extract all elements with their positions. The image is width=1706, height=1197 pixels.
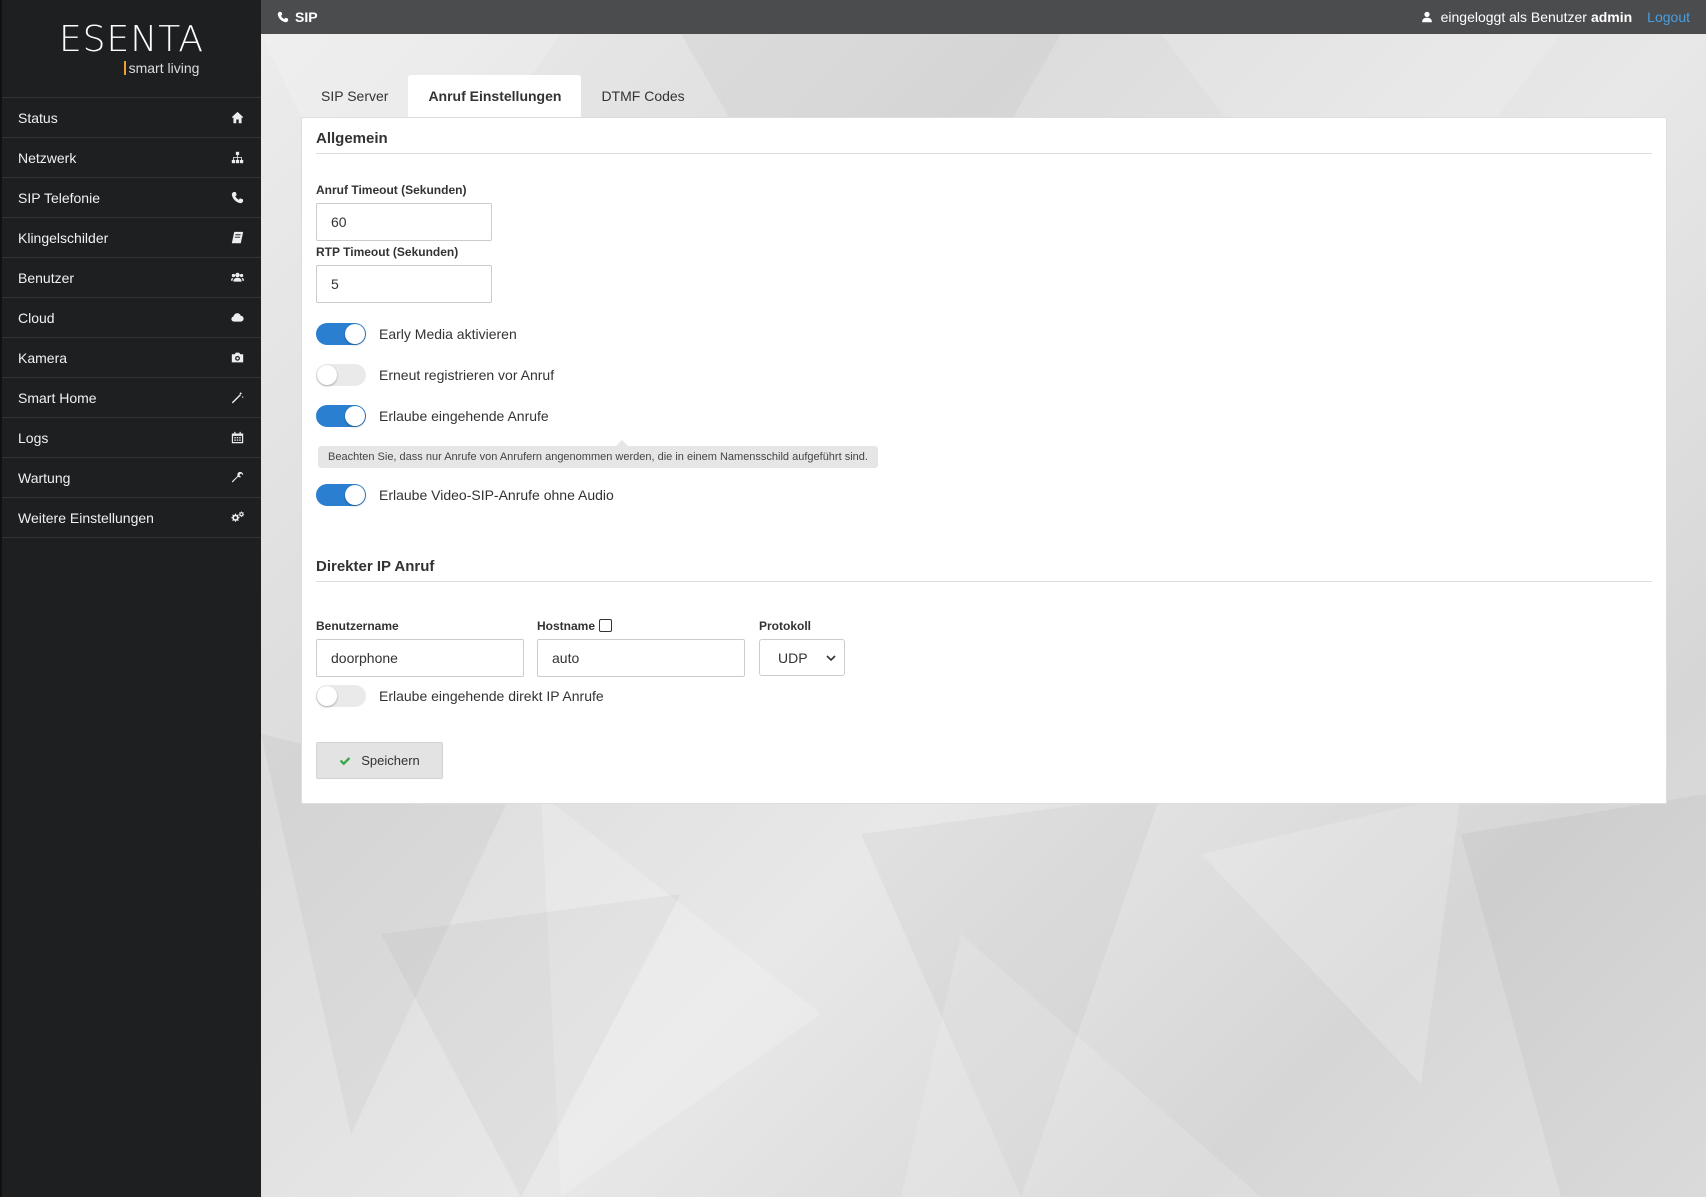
hostname-label: Hostname [537, 619, 745, 633]
section-title-direct-ip: Direkter IP Anruf [316, 558, 1652, 582]
sidebar-item-cloud[interactable]: Cloud [2, 298, 261, 338]
home-icon [229, 110, 245, 126]
toggle-label: Erlaube Video-SIP-Anrufe ohne Audio [379, 487, 614, 503]
tab-bar: SIP Server Anruf Einstellungen DTMF Code… [301, 75, 705, 117]
rtp-timeout-label: RTP Timeout (Sekunden) [316, 245, 459, 259]
toggle-row-direct-ip: Erlaube eingehende direkt IP Anrufe [316, 685, 604, 707]
sidebar-item-label: Smart Home [18, 389, 97, 406]
top-bar: SIP eingeloggt als Benutzer admin Logout [261, 0, 1706, 34]
wrench-icon [229, 470, 245, 486]
esenta-logo[interactable]: ESENTA smart living [2, 0, 261, 97]
sidebar: ESENTA smart living Status Netzwerk SIP … [0, 0, 261, 1197]
tab-sip-server[interactable]: SIP Server [301, 75, 408, 117]
gears-icon [229, 510, 245, 526]
sidebar-item-label: Kamera [18, 349, 68, 366]
toggle-row-incoming-calls: Erlaube eingehende Anrufe [316, 405, 549, 427]
username-input[interactable]: doorphone [316, 639, 524, 677]
sidebar-item-status[interactable]: Status [2, 98, 261, 138]
magic-wand-icon [229, 390, 245, 406]
save-button[interactable]: Speichern [316, 742, 443, 779]
call-timeout-label: Anruf Timeout (Sekunden) [316, 183, 467, 197]
phone-icon [277, 11, 289, 23]
toggle-row-reregister: Erneut registrieren vor Anruf [316, 364, 554, 386]
protocol-label: Protokoll [759, 619, 812, 633]
sidebar-item-kamera[interactable]: Kamera [2, 338, 261, 378]
hostname-input[interactable]: auto [537, 639, 745, 677]
tab-anruf-einstellungen[interactable]: Anruf Einstellungen [408, 75, 582, 117]
sidebar-item-label: Benutzer [18, 269, 75, 286]
chevron-down-icon [826, 654, 836, 661]
logged-in-text: eingeloggt als Benutzer [1440, 9, 1587, 25]
logo-brand: ESENTA [58, 18, 205, 60]
sidebar-item-label: Weitere Einstellungen [18, 509, 154, 526]
sidebar-item-klingelschilder[interactable]: Klingelschilder [2, 218, 261, 258]
page-title: SIP [277, 9, 318, 25]
toggle-row-video-sip: Erlaube Video-SIP-Anrufe ohne Audio [316, 484, 614, 506]
sidebar-item-label: Wartung [18, 469, 71, 486]
username-group: Benutzername doorphone [316, 619, 524, 677]
sidebar-item-label: Klingelschilder [18, 229, 109, 246]
username: admin [1590, 9, 1633, 25]
sidebar-item-weitere-einstellungen[interactable]: Weitere Einstellungen [2, 498, 261, 538]
sidebar-item-sip-telefonie[interactable]: SIP Telefonie [2, 178, 261, 218]
save-label: Speichern [361, 753, 420, 768]
protocol-select[interactable]: UDP [759, 639, 845, 676]
main-content: SIP Server Anruf Einstellungen DTMF Code… [261, 34, 1706, 1197]
incoming-calls-hint: Beachten Sie, dass nur Anrufe von Anrufe… [318, 440, 878, 468]
sitemap-icon [229, 150, 245, 166]
call-timeout-group: Anruf Timeout (Sekunden) 60 [316, 183, 492, 241]
toggle-label: Erlaube eingehende Anrufe [379, 408, 549, 424]
cloud-icon [229, 310, 245, 326]
user-info: eingeloggt als Benutzer admin Logout [1421, 9, 1690, 25]
direct-ip-toggle[interactable] [316, 685, 366, 707]
sidebar-item-benutzer[interactable]: Benutzer [2, 258, 261, 298]
incoming-calls-toggle[interactable] [316, 405, 366, 427]
check-icon [339, 756, 351, 765]
logout-link[interactable]: Logout [1647, 9, 1690, 25]
sidebar-item-smart-home[interactable]: Smart Home [2, 378, 261, 418]
direct-ip-section: Direkter IP Anruf [316, 558, 1652, 582]
tab-dtmf-codes[interactable]: DTMF Codes [581, 75, 704, 117]
sidebar-item-label: Status [18, 109, 58, 126]
sidebar-menu: Status Netzwerk SIP Telefonie Klingelsch… [2, 97, 261, 538]
video-sip-toggle[interactable] [316, 484, 366, 506]
protocol-value: UDP [778, 649, 808, 666]
sidebar-item-label: Netzwerk [18, 149, 77, 166]
toggle-label: Early Media aktivieren [379, 326, 517, 342]
phone-icon [229, 190, 245, 206]
section-title-general: Allgemein [316, 130, 1652, 154]
toggle-label: Erlaube eingehende direkt IP Anrufe [379, 688, 604, 704]
user-icon [1421, 11, 1432, 23]
logo-tagline: smart living [123, 60, 199, 76]
sidebar-item-netzwerk[interactable]: Netzwerk [2, 138, 261, 178]
page-title-text: SIP [295, 9, 318, 25]
settings-panel: Allgemein Anruf Timeout (Sekunden) 60 RT… [301, 117, 1667, 804]
sidebar-item-label: Cloud [18, 309, 55, 326]
rtp-timeout-group: RTP Timeout (Sekunden) 5 [316, 245, 492, 303]
hostname-group: Hostname auto [537, 619, 745, 677]
calendar-icon [229, 430, 245, 446]
sidebar-item-wartung[interactable]: Wartung [2, 458, 261, 498]
users-icon [229, 270, 245, 286]
reregister-toggle[interactable] [316, 364, 366, 386]
toggle-row-early-media: Early Media aktivieren [316, 323, 517, 345]
sidebar-item-label: Logs [18, 429, 49, 446]
sidebar-item-label: SIP Telefonie [18, 189, 100, 206]
camera-icon [229, 350, 245, 366]
protocol-group: Protokoll UDP [759, 619, 845, 676]
toggle-label: Erneut registrieren vor Anruf [379, 367, 555, 383]
hostname-checkbox[interactable] [599, 619, 613, 632]
call-timeout-input[interactable]: 60 [316, 203, 492, 241]
sidebar-item-logs[interactable]: Logs [2, 418, 261, 458]
username-label: Benutzername [316, 619, 399, 633]
book-icon [229, 230, 245, 246]
early-media-toggle[interactable] [316, 323, 366, 345]
rtp-timeout-input[interactable]: 5 [316, 265, 492, 303]
